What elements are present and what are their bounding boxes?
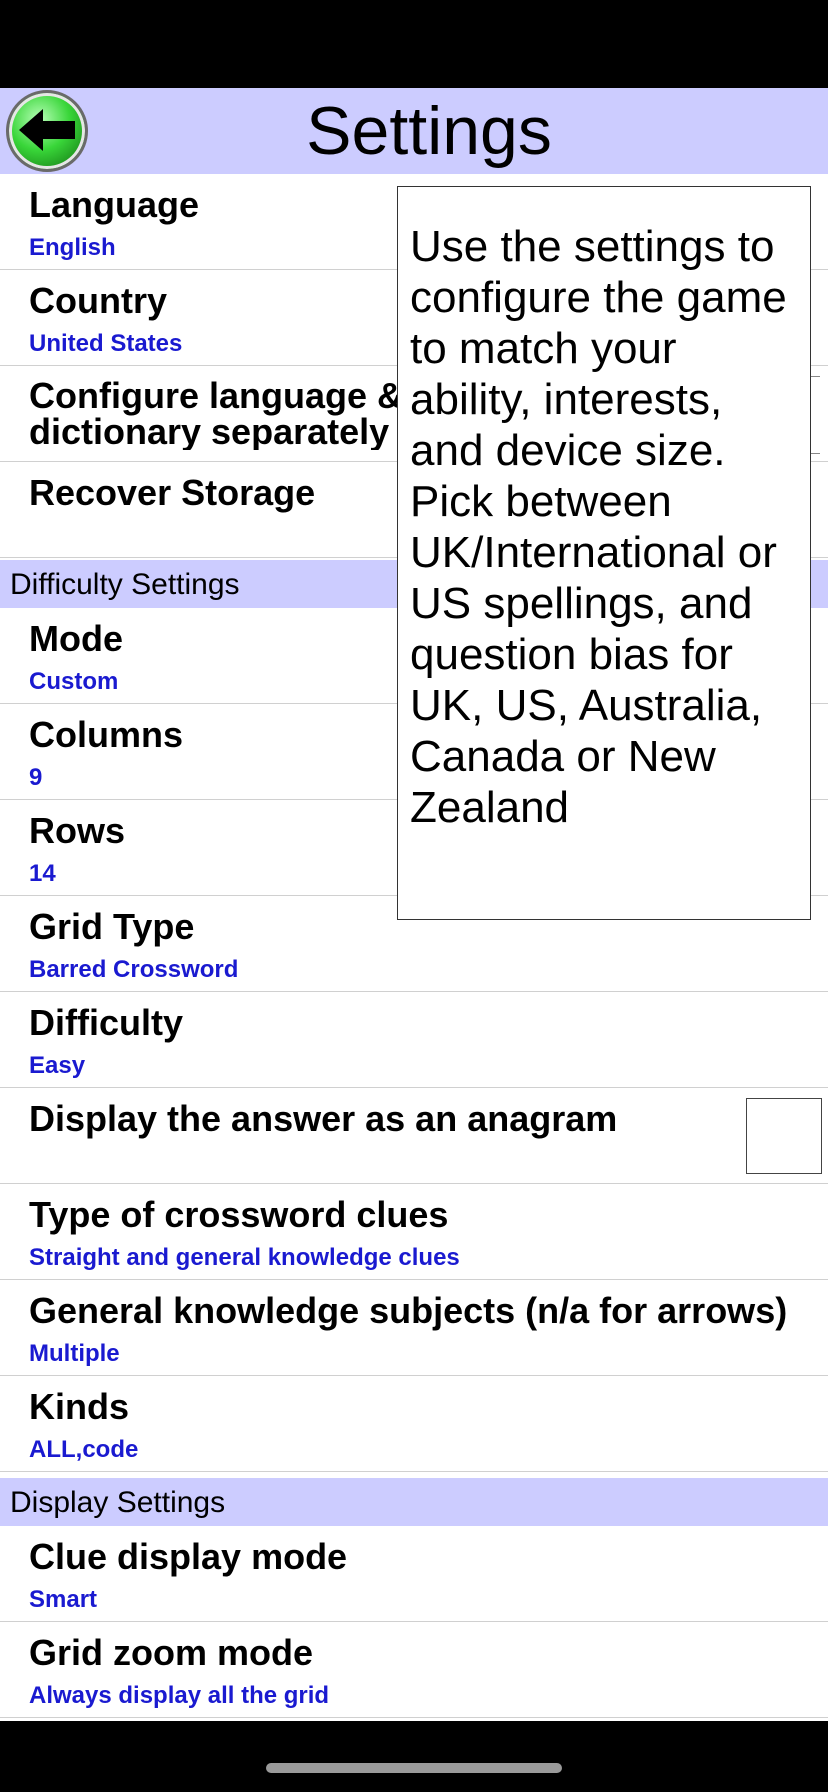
setting-title: Mode (29, 618, 123, 659)
system-nav-bar (0, 1721, 828, 1792)
setting-title: Display the answer as an anagram (29, 1098, 618, 1139)
setting-title: Columns (29, 714, 184, 755)
anagram-checkbox[interactable] (746, 1098, 822, 1174)
display-settings-header: Display Settings (0, 1478, 828, 1526)
home-indicator[interactable] (266, 1763, 562, 1773)
setting-title: Rows (29, 810, 126, 851)
setting-title: Grid Type (29, 906, 195, 947)
setting-title: Clue display mode (29, 1536, 348, 1577)
setting-value: Easy (29, 1052, 86, 1079)
setting-value: Multiple (29, 1340, 120, 1367)
setting-value: Always display all the grid (29, 1682, 330, 1709)
status-bar (0, 0, 828, 88)
setting-anagram[interactable]: Display the answer as an anagram (0, 1088, 828, 1184)
setting-gk-subjects[interactable]: General knowledge subjects (n/a for arro… (0, 1280, 828, 1376)
setting-value: 14 (29, 860, 56, 887)
setting-title: Type of crossword clues (29, 1194, 449, 1235)
setting-value: Barred Crossword (29, 956, 239, 983)
setting-difficulty[interactable]: Difficulty Easy (0, 992, 828, 1088)
setting-title: Configure language & dictionary separate… (29, 378, 404, 450)
setting-grid-zoom-mode[interactable]: Grid zoom mode Always display all the gr… (0, 1622, 828, 1718)
setting-title: Country (29, 280, 167, 321)
setting-title: Grid zoom mode (29, 1632, 314, 1673)
setting-title: Kinds (29, 1386, 130, 1427)
section-label: Display Settings (10, 1486, 226, 1519)
section-label: Difficulty Settings (10, 568, 240, 601)
setting-title: Difficulty (29, 1002, 184, 1043)
setting-value: Custom (29, 668, 119, 695)
setting-title: Recover Storage (29, 472, 316, 513)
setting-clue-type[interactable]: Type of crossword clues Straight and gen… (0, 1184, 828, 1280)
setting-title: General knowledge subjects (n/a for arro… (29, 1290, 788, 1331)
setting-value: 9 (29, 764, 43, 791)
setting-value: Straight and general knowledge clues (29, 1244, 460, 1271)
tooltip-text: Use the settings to configure the game t… (410, 222, 787, 832)
setting-title: Language (29, 184, 200, 225)
help-tooltip[interactable]: Use the settings to configure the game t… (397, 186, 811, 920)
setting-value: Smart (29, 1586, 98, 1613)
setting-value: United States (29, 330, 183, 357)
setting-clue-display-mode[interactable]: Clue display mode Smart (0, 1526, 828, 1622)
page-title: Settings (306, 93, 552, 169)
setting-value: English (29, 234, 116, 261)
header-bar: Settings (0, 88, 828, 174)
setting-value: ALL,code (29, 1436, 139, 1463)
setting-kinds[interactable]: Kinds ALL,code (0, 1376, 828, 1472)
